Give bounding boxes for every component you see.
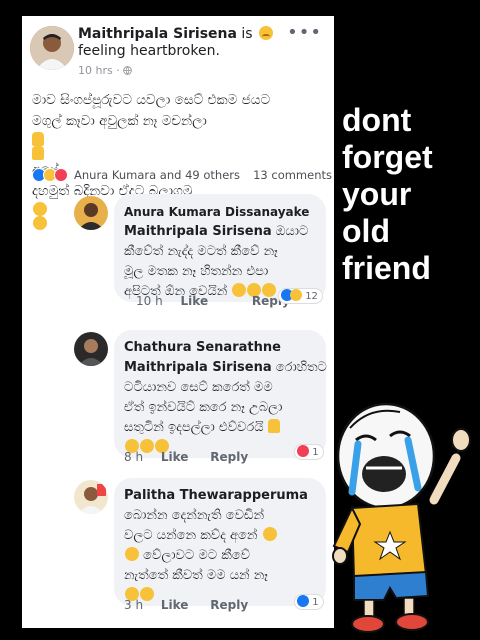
post-header: Maithripala Sirisena is feeling heartbro… <box>22 16 334 86</box>
reaction-bar: Anura Kumara and 49 others 13 comments <box>32 166 332 186</box>
comment-line: වේලාවට මට කීවේ <box>124 546 316 566</box>
comment-like-button[interactable]: Like <box>181 294 209 308</box>
raised-hand-emoji-icon <box>32 146 44 160</box>
comment-line: නැත්තේ කීවත් මම යන් නෑ <box>124 568 268 583</box>
crying-cartoon-character-icon <box>332 402 471 633</box>
author-avatar[interactable] <box>30 26 74 70</box>
comment-line: බොන්න දෙන්නැති වෙඩින් <box>124 508 265 523</box>
smile-emoji-icon <box>33 216 47 230</box>
laughing-emoji-icon <box>262 527 277 541</box>
comment-author[interactable]: Palitha Thewarapperuma <box>124 486 316 506</box>
comment-time[interactable]: 8 h <box>124 450 143 464</box>
comment-meta: 8 h Like Reply <box>124 450 248 464</box>
commenter-avatar[interactable] <box>74 480 108 514</box>
globe-icon <box>123 66 133 75</box>
caption-line: your <box>342 176 412 212</box>
feeling-text: feeling heartbroken. <box>78 43 220 59</box>
comment-author[interactable]: Chathura Senarathne <box>124 338 316 358</box>
comment-reply-button[interactable]: Reply <box>210 598 248 612</box>
post-time-text: 10 hrs · <box>78 64 124 77</box>
tagged-user[interactable]: Maithripala Sirisena <box>124 360 272 375</box>
comment-bubble: Palitha Thewarapperuma බොන්න දෙන්නැති වෙ… <box>114 478 326 606</box>
comment-line: වලට යන්නෙ කව්ද අනේ <box>124 526 316 546</box>
facebook-post-card: Maithripala Sirisena is feeling heartbro… <box>22 16 334 628</box>
heartbroken-emoji-icon <box>259 26 274 40</box>
comment-like-button[interactable]: Like <box>161 450 189 464</box>
comment-like-button[interactable]: Like <box>161 598 189 612</box>
comment-reaction-count: 12 <box>305 291 318 302</box>
comment-time[interactable]: 10 h <box>136 294 163 308</box>
comment-bubble: Chathura Senarathne Maithripala Sirisena… <box>114 330 327 458</box>
meme-caption: dont forget your old friend <box>342 102 476 287</box>
like-reaction-icon <box>297 595 309 607</box>
comment-reactions-badge[interactable]: 12 <box>278 288 323 304</box>
comment-line: Maithripala Sirisena රොහිතට <box>124 360 327 375</box>
smile-emoji-icon <box>33 202 47 216</box>
commenter-avatar[interactable] <box>74 332 108 366</box>
author-line: Maithripala Sirisena is feeling heartbro… <box>78 26 296 60</box>
commenter-avatar[interactable] <box>74 196 108 230</box>
comment-reply-button[interactable]: Reply <box>210 450 248 464</box>
post-text-line-1: මාව සිංගප්පූරුවට යවලා සෙට් එකම ජයට <box>32 92 271 108</box>
comment-line: කීවේත් නැද්ද මටත් කීවේ නෑ <box>124 244 278 259</box>
caption-line: forget <box>342 139 433 175</box>
comment-meta: 3 h Like Reply <box>124 598 248 612</box>
feeling-prefix: is <box>241 26 253 42</box>
comment-author[interactable]: Anura Kumara Dissanayake <box>124 202 316 222</box>
more-options-icon[interactable]: ••• <box>287 22 322 43</box>
comment-line: ඒත් ඉන්වයිට් කරෙ නෑ උබලා <box>124 400 283 415</box>
sad-reaction-icon <box>290 289 302 301</box>
comment-bubble: Anura Kumara Dissanayake Maithripala Sir… <box>114 194 326 302</box>
reactors-text[interactable]: Anura Kumara and 49 others <box>74 168 240 182</box>
comment-count[interactable]: 13 comments <box>253 168 332 182</box>
comment-meta: 10 h Like Reply <box>136 294 290 308</box>
laughing-emoji-icon <box>125 547 139 561</box>
tagged-user[interactable]: Maithripala Sirisena <box>124 224 272 239</box>
comment-time[interactable]: 3 h <box>124 598 143 612</box>
author-name[interactable]: Maithripala Sirisena <box>78 26 237 42</box>
heart-reaction-icon <box>297 445 309 457</box>
caption-line: old <box>342 213 390 249</box>
comment-reaction-count: 1 <box>312 597 319 608</box>
caption-line: friend <box>342 250 431 286</box>
comment-line: සතුටින් ඉදපල්ලා එව්වරයි <box>124 418 316 438</box>
raised-hand-emoji-icon <box>267 419 280 433</box>
comment-line: Maithripala Sirisena ඔයාට <box>124 224 309 239</box>
caption-line: dont <box>342 102 412 138</box>
comment-reaction-count: 1 <box>312 447 319 458</box>
post-timestamp[interactable]: 10 hrs · <box>78 64 133 77</box>
comment-reactions-badge[interactable]: 1 <box>294 594 324 610</box>
comment-line: මූල මතක නෑ හිතන්න එපා <box>124 264 269 279</box>
love-reaction-icon <box>54 168 68 182</box>
comment-line: ටටියානව සෙට් කරෙත් මම <box>124 380 273 395</box>
comment-reactions-badge[interactable]: 1 <box>294 444 324 460</box>
raised-hand-emoji-icon <box>32 132 44 146</box>
